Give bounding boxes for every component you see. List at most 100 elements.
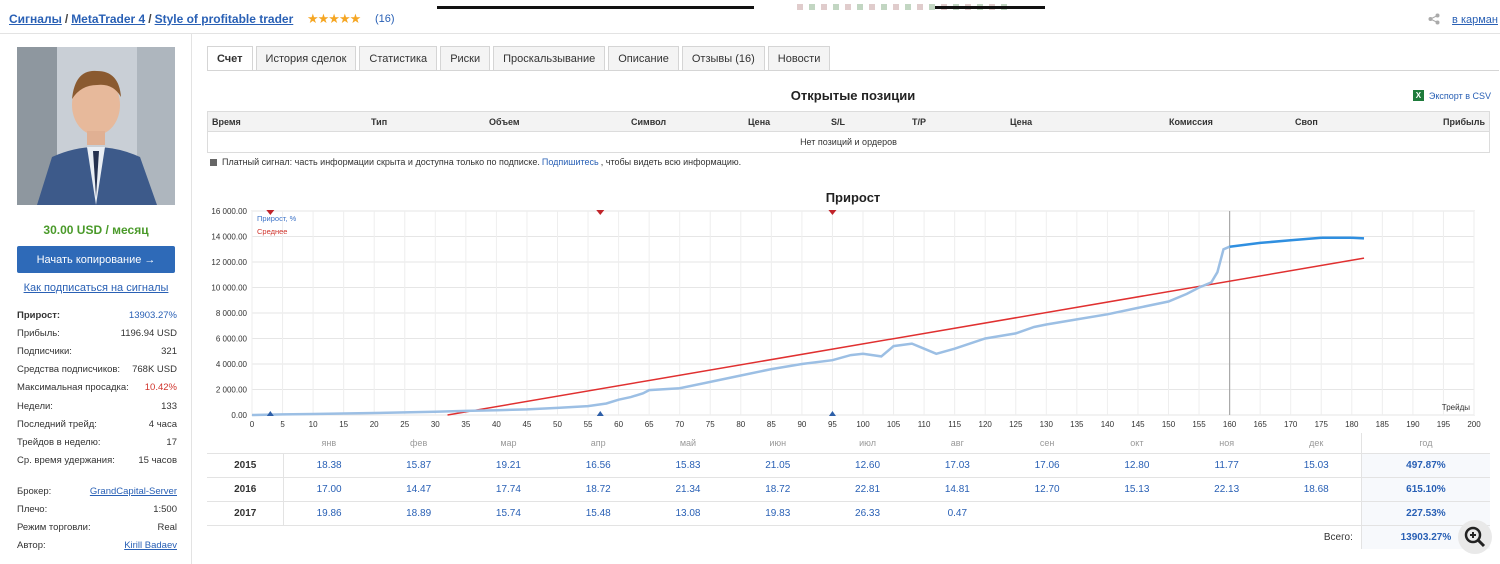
row-year: 2017 xyxy=(207,501,285,526)
x-tick-label: 175 xyxy=(1315,420,1329,429)
total-label: Всего: xyxy=(1323,531,1353,543)
monthly-returns-table: янв фев мар апр май июн июл авг сен окт … xyxy=(207,433,1490,549)
month-value: 26.33 xyxy=(822,501,913,526)
month-value: 13.08 xyxy=(643,501,733,526)
month-value: 17.03 xyxy=(912,453,1003,478)
month-value: 18.72 xyxy=(732,477,823,502)
table-row: 2016 17.00 14.47 17.74 18.72 21.34 18.72… xyxy=(207,477,1490,502)
month-value: 0.47 xyxy=(912,501,1003,526)
x-tick-label: 130 xyxy=(1040,420,1054,429)
info-label: Автор: xyxy=(17,540,46,552)
month-value: 14.47 xyxy=(373,477,464,502)
x-tick-label: 75 xyxy=(706,420,715,429)
month-value: 12.60 xyxy=(822,453,913,478)
x-tick-label: 50 xyxy=(553,420,562,429)
y-tick-label: 2 000.00 xyxy=(216,386,248,395)
month-value: 15.48 xyxy=(553,501,644,526)
month-value: 15.87 xyxy=(373,453,464,478)
info-row-broker: Брокер: GrandCapital-Server xyxy=(17,482,177,500)
month-value: 15.74 xyxy=(463,501,554,526)
month-value: 15.83 xyxy=(643,453,733,478)
month-value: 19.86 xyxy=(283,501,374,526)
x-tick-label: 10 xyxy=(309,420,318,429)
x-tick-label: 0 xyxy=(250,420,255,429)
month-value: 18.72 xyxy=(553,477,644,502)
month-value: 19.83 xyxy=(732,501,823,526)
author-link[interactable]: Kirill Badaev xyxy=(124,540,177,551)
month-value: 22.13 xyxy=(1181,477,1272,502)
info-row-mode: Режим торговли: Real xyxy=(17,518,177,536)
legend-growth: Прирост, % xyxy=(257,214,297,223)
month-value xyxy=(1181,501,1272,526)
x-tick-label: 195 xyxy=(1437,420,1451,429)
x-tick-label: 65 xyxy=(645,420,654,429)
month-value: 18.38 xyxy=(283,453,374,478)
info-label: Плечо: xyxy=(17,503,48,515)
month-value: 12.70 xyxy=(1002,477,1092,502)
x-tick-label: 115 xyxy=(948,420,961,429)
month-value: 18.68 xyxy=(1271,477,1362,502)
month-header: ноя xyxy=(1181,433,1272,454)
broker-link[interactable]: GrandCapital-Server xyxy=(90,486,177,497)
x-tick-label: 85 xyxy=(767,420,776,429)
info-value: Real xyxy=(157,521,177,533)
month-value: 12.80 xyxy=(1092,453,1182,478)
month-header: янв xyxy=(283,433,374,454)
legend-average: Среднее xyxy=(257,227,287,236)
info-label: Режим торговли: xyxy=(17,521,91,533)
month-value: 21.05 xyxy=(732,453,823,478)
month-value: 17.74 xyxy=(463,477,554,502)
main-content: Счет История сделок Статистика Риски Про… xyxy=(207,34,1500,564)
info-value: 1:500 xyxy=(153,503,177,515)
month-header: дек xyxy=(1271,433,1362,454)
x-tick-label: 45 xyxy=(522,420,531,429)
month-value: 16.56 xyxy=(553,453,644,478)
x-tick-label: 165 xyxy=(1253,420,1267,429)
x-tick-label: 185 xyxy=(1376,420,1390,429)
month-value: 21.34 xyxy=(643,477,733,502)
x-tick-label: 120 xyxy=(979,420,993,429)
x-tick-label: 155 xyxy=(1192,420,1206,429)
info-row-author: Автор: Kirill Badaev xyxy=(17,537,177,555)
x-tick-label: 35 xyxy=(461,420,470,429)
x-tick-label: 180 xyxy=(1345,420,1359,429)
monthly-header-row: янв фев мар апр май июн июл авг сен окт … xyxy=(207,433,1490,454)
stat-label: Ср. время удержания: xyxy=(17,455,115,467)
month-header: июн xyxy=(732,433,823,454)
y-tick-label: 14 000.00 xyxy=(211,233,247,242)
month-header: апр xyxy=(553,433,644,454)
month-header: мар xyxy=(463,433,554,454)
x-tick-label: 145 xyxy=(1131,420,1145,429)
year-header-blank xyxy=(207,433,284,454)
x-tick-label: 135 xyxy=(1070,420,1084,429)
month-value: 15.13 xyxy=(1092,477,1182,502)
year-total-header: год xyxy=(1360,433,1490,454)
x-tick-label: 105 xyxy=(887,420,901,429)
x-tick-label: 160 xyxy=(1223,420,1237,429)
month-value: 22.81 xyxy=(822,477,913,502)
row-year: 2015 xyxy=(207,453,285,478)
month-value: 17.00 xyxy=(283,477,374,502)
y-tick-label: 6 000.00 xyxy=(216,335,248,344)
zoom-button[interactable] xyxy=(1458,520,1492,554)
y-tick-label: 10 000.00 xyxy=(211,284,247,293)
x-tick-label: 110 xyxy=(918,420,931,429)
x-tick-label: 200 xyxy=(1467,420,1481,429)
month-value xyxy=(1002,501,1092,526)
x-tick-label: 5 xyxy=(280,420,285,429)
x-tick-label: 140 xyxy=(1101,420,1115,429)
account-info: Брокер: GrandCapital-Server Плечо: 1:500 Р… xyxy=(17,482,177,555)
x-tick-label: 90 xyxy=(797,420,806,429)
x-tick-label: 20 xyxy=(370,420,379,429)
month-value: 17.06 xyxy=(1002,453,1092,478)
x-axis-label: Трейды xyxy=(1442,403,1470,412)
table-row: 2017 19.86 18.89 15.74 15.48 13.08 19.83… xyxy=(207,501,1490,526)
x-tick-label: 150 xyxy=(1162,420,1176,429)
x-tick-label: 170 xyxy=(1284,420,1298,429)
month-header: авг xyxy=(912,433,1003,454)
x-tick-label: 40 xyxy=(492,420,501,429)
total-row: Всего: 13903.27% xyxy=(207,525,1490,549)
growth-chart[interactable]: 0.00 2 000.00 4 000.00 6 000.00 8 000.00 10 0… xyxy=(0,0,1500,440)
month-value: 19.21 xyxy=(463,453,554,478)
x-tick-label: 30 xyxy=(431,420,440,429)
